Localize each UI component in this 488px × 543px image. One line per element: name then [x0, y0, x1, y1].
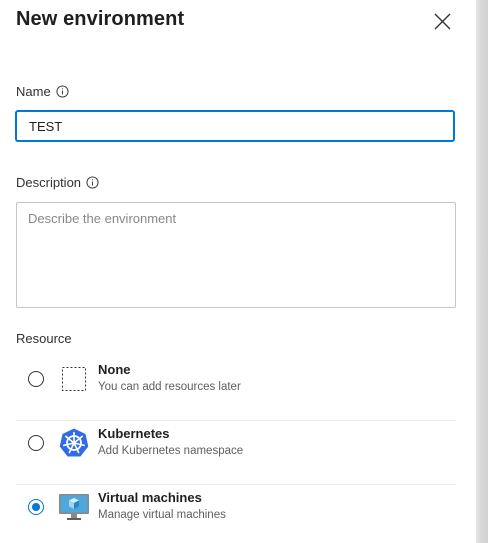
- option-subtitle: Add Kubernetes namespace: [98, 445, 244, 457]
- name-label: Name: [16, 84, 51, 99]
- description-label-row: Description: [16, 175, 99, 190]
- radio-kubernetes[interactable]: [28, 435, 44, 451]
- info-icon[interactable]: [86, 176, 99, 189]
- panel-title: New environment: [16, 8, 185, 30]
- kubernetes-icon: [59, 428, 89, 457]
- description-input[interactable]: [16, 202, 456, 308]
- close-icon: [434, 13, 451, 30]
- close-button[interactable]: [430, 10, 454, 34]
- resource-option-kubernetes[interactable]: Kubernetes Add Kubernetes namespace: [16, 420, 456, 485]
- info-icon[interactable]: [56, 85, 69, 98]
- option-subtitle: Manage virtual machines: [98, 509, 226, 521]
- new-environment-panel: New environment Name Description Resourc…: [0, 0, 476, 543]
- radio-virtual-machines[interactable]: [28, 499, 44, 515]
- resource-option-virtual-machines[interactable]: Virtual machines Manage virtual machines: [16, 484, 456, 543]
- option-subtitle: You can add resources later: [98, 381, 241, 393]
- resource-label: Resource: [16, 331, 72, 346]
- option-title: Kubernetes: [98, 426, 170, 441]
- name-input[interactable]: [16, 111, 454, 141]
- panel-edge-scrollbar: [476, 0, 488, 543]
- dashed-square-icon: [62, 367, 86, 391]
- radio-none[interactable]: [28, 371, 44, 387]
- name-label-row: Name: [16, 84, 69, 99]
- virtual-machine-icon: [59, 494, 89, 520]
- option-title: Virtual machines: [98, 490, 202, 505]
- resource-option-none[interactable]: None You can add resources later: [16, 356, 456, 421]
- description-label: Description: [16, 175, 82, 190]
- option-title: None: [98, 362, 131, 377]
